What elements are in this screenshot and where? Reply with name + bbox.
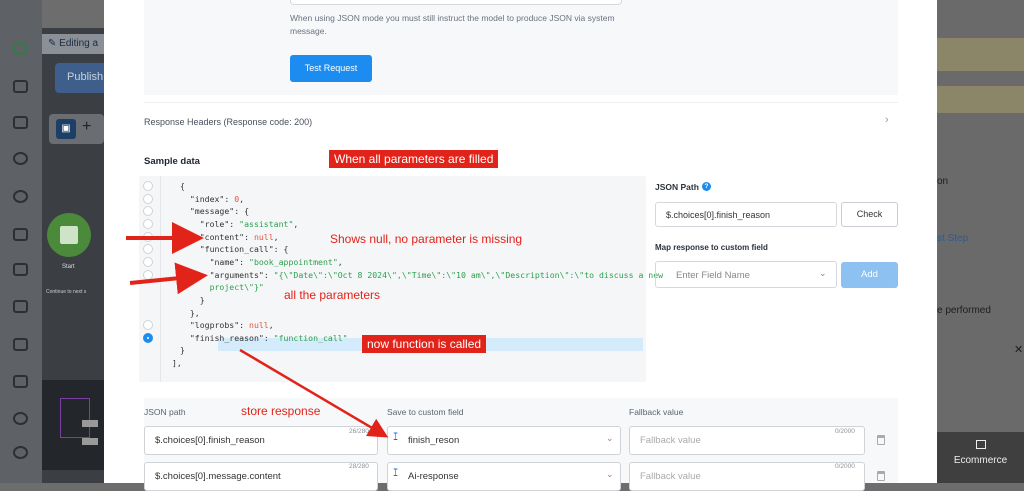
- arrow-store: [239, 348, 389, 438]
- annotation-arrows: [126, 222, 389, 438]
- arrow-arguments: [129, 262, 208, 295]
